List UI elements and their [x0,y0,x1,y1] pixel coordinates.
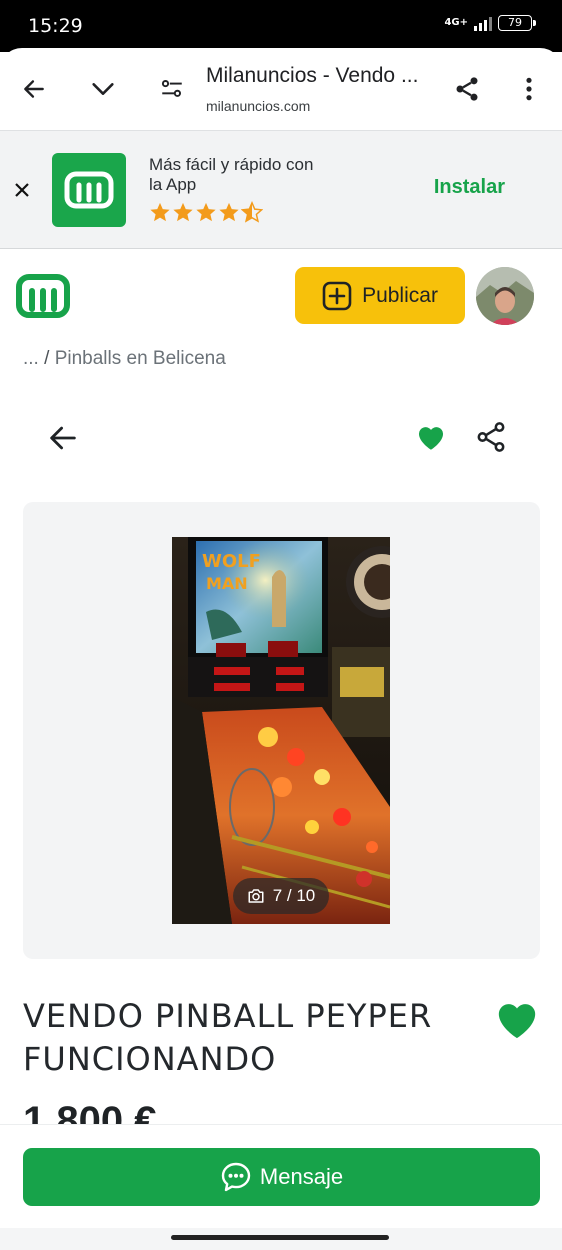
half-star-icon [241,201,263,223]
add-box-icon [322,281,352,310]
share-icon[interactable] [474,420,508,454]
signal-icon [474,15,492,31]
publish-label: Publicar [362,283,438,307]
svg-text:MAN: MAN [206,574,248,593]
network-type: 4G+ [444,17,468,28]
page-title[interactable]: Milanuncios - Vendo ... [206,64,440,88]
favorite-heart-icon[interactable] [414,420,448,454]
more-vert-icon[interactable] [512,72,546,106]
photo-counter: 7 / 10 [233,878,329,914]
close-icon[interactable] [10,178,34,202]
breadcrumb-ellipsis[interactable]: ... [23,348,39,369]
message-label: Mensaje [259,1164,344,1189]
chat-bubble-icon [221,1162,251,1192]
avatar[interactable] [476,267,534,325]
share-icon[interactable] [450,72,484,106]
back-arrow-icon[interactable] [17,72,51,106]
favorite-heart-icon[interactable] [494,997,540,1041]
svg-text:WOLF: WOLF [202,551,261,572]
page-url[interactable]: milanuncios.com [206,98,310,114]
status-indicators: 4G+ 79 [444,15,536,31]
price: 1.800 € [23,1099,157,1124]
chevron-down-icon[interactable] [86,72,120,106]
site-logo[interactable] [16,274,70,318]
listing-photo[interactable]: WOLF MAN [172,537,390,924]
app-logo [52,153,126,227]
status-bar: 15:29 4G+ 79 [0,0,562,52]
camera-icon [248,889,264,903]
browser-toolbar: Milanuncios - Vendo ... milanuncios.com [0,48,562,130]
app-install-banner: Más fácil y rápido con la App Instalar [0,130,562,249]
site-settings-icon[interactable] [155,72,189,106]
banner-text: Más fácil y rápido con la App [149,155,314,194]
star-icon [173,202,193,222]
breadcrumb: ... / Pinballs en Belicena [23,348,226,370]
publish-button[interactable]: Publicar [295,267,465,324]
ad-title: VENDO PINBALL PEYPER FUNCIONANDO [23,997,433,1078]
rating-stars [149,201,263,223]
star-icon [150,202,170,222]
status-time: 15:29 [28,15,83,37]
message-button[interactable]: Mensaje [23,1148,540,1206]
home-indicator[interactable] [171,1235,389,1240]
photo-counter-text: 7 / 10 [272,886,316,905]
battery-icon: 79 [498,15,536,31]
breadcrumb-current[interactable]: Pinballs en Belicena [55,348,226,369]
star-icon [196,202,216,222]
back-arrow-icon[interactable] [46,421,80,455]
install-button[interactable]: Instalar [434,176,505,199]
breadcrumb-separator: / [44,348,50,369]
image-gallery[interactable]: WOLF MAN 7 / 10 [23,502,540,959]
star-icon [219,202,239,222]
battery-level: 79 [508,16,522,29]
